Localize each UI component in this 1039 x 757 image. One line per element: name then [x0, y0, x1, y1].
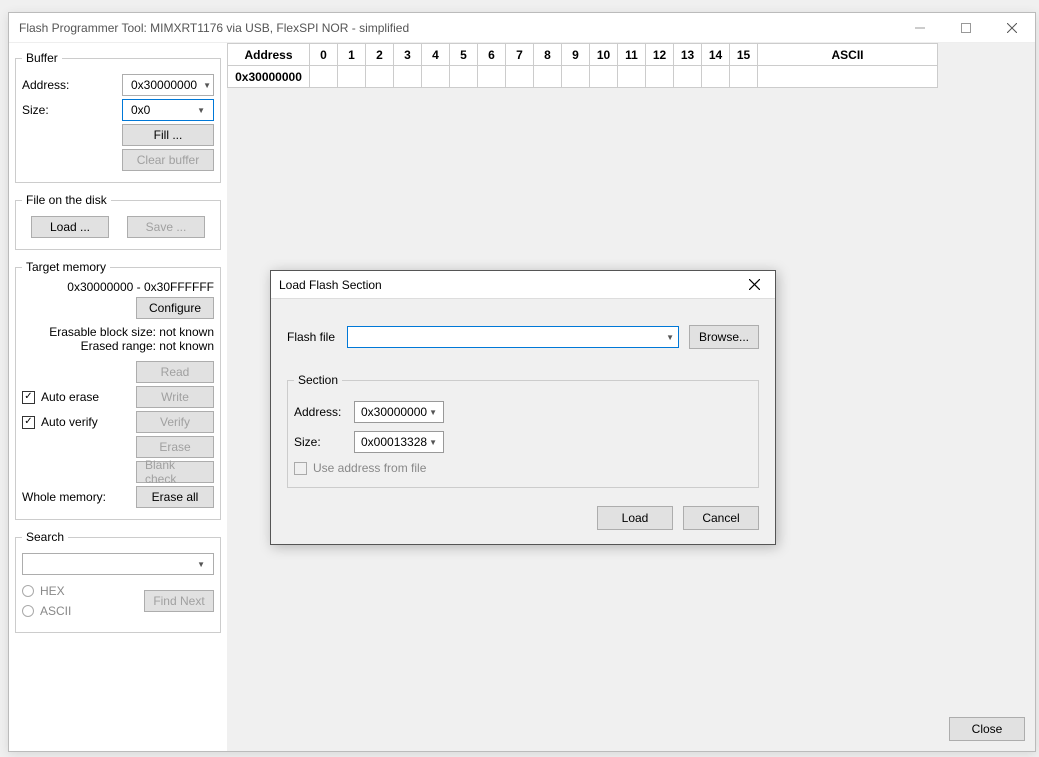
flash-file-combo[interactable]: ▼ [347, 326, 679, 348]
dialog-titlebar: Load Flash Section [271, 271, 775, 299]
close-button[interactable]: Close [949, 717, 1025, 741]
buffer-size-label: Size: [22, 103, 92, 117]
file-group: File on the disk Load ... Save ... [15, 193, 221, 250]
section-size-label: Size: [294, 435, 354, 449]
file-legend: File on the disk [22, 193, 111, 207]
browse-button[interactable]: Browse... [689, 325, 759, 349]
erase-button[interactable]: Erase [136, 436, 214, 458]
dialog-title: Load Flash Section [279, 278, 741, 292]
flash-file-label: Flash file [287, 330, 347, 344]
read-button[interactable]: Read [136, 361, 214, 383]
erased-range-line: Erased range: not known [22, 339, 214, 353]
chevron-down-icon: ▼ [203, 81, 211, 90]
dialog-load-button[interactable]: Load [597, 506, 673, 530]
hex-table: Address 0 1 2 3 4 5 6 7 8 9 10 11 12 13 … [227, 43, 938, 88]
load-button[interactable]: Load ... [31, 216, 109, 238]
close-bar: Close [949, 717, 1025, 741]
sidebar: Buffer Address: 0x30000000 ▼ Size: 0x0 ▼ [9, 43, 227, 751]
close-window-button[interactable] [989, 13, 1035, 43]
configure-button[interactable]: Configure [136, 297, 214, 319]
minimize-button[interactable] [897, 13, 943, 43]
erasable-block-line: Erasable block size: not known [22, 325, 214, 339]
hex-header-address: Address [228, 44, 310, 66]
target-legend: Target memory [22, 260, 110, 274]
section-size-combo[interactable]: 0x00013328 ▼ [354, 431, 444, 453]
save-button[interactable]: Save ... [127, 216, 205, 238]
hex-header-ascii: ASCII [758, 44, 938, 66]
use-address-checkbox[interactable]: Use address from file [294, 461, 752, 475]
load-flash-section-dialog: Load Flash Section Flash file ▼ Browse..… [270, 270, 776, 545]
auto-erase-checkbox[interactable]: ✓ Auto erase [22, 390, 99, 404]
clear-buffer-button[interactable]: Clear buffer [122, 149, 214, 171]
check-icon: ✓ [22, 391, 35, 404]
chevron-down-icon: ▼ [429, 438, 437, 447]
verify-button[interactable]: Verify [136, 411, 214, 433]
buffer-address-label: Address: [22, 78, 92, 92]
whole-memory-label: Whole memory: [22, 490, 106, 504]
target-memory-group: Target memory 0x30000000 - 0x30FFFFFF Co… [15, 260, 221, 520]
table-row: 0x30000000 [228, 66, 938, 88]
search-group: Search ▼ HEX ASCII [15, 530, 221, 633]
checkbox-icon [294, 462, 307, 475]
buffer-address-combo[interactable]: 0x30000000 ▼ [122, 74, 214, 96]
fill-button[interactable]: Fill ... [122, 124, 214, 146]
window-title: Flash Programmer Tool: MIMXRT1176 via US… [19, 21, 897, 35]
hex-radio[interactable]: HEX [22, 584, 144, 598]
maximize-button[interactable] [943, 13, 989, 43]
dialog-cancel-button[interactable]: Cancel [683, 506, 759, 530]
target-range: 0x30000000 - 0x30FFFFFF [22, 280, 214, 294]
buffer-group: Buffer Address: 0x30000000 ▼ Size: 0x0 ▼ [15, 51, 221, 183]
chevron-down-icon: ▼ [197, 560, 205, 569]
erase-all-button[interactable]: Erase all [136, 486, 214, 508]
radio-icon [22, 605, 34, 617]
section-group: Section Address: 0x30000000 ▼ Size: 0x00… [287, 373, 759, 488]
search-combo[interactable]: ▼ [22, 553, 214, 575]
write-button[interactable]: Write [136, 386, 214, 408]
hex-row-address: 0x30000000 [228, 66, 310, 88]
dialog-close-button[interactable] [741, 272, 767, 298]
section-legend: Section [294, 373, 342, 387]
buffer-size-combo[interactable]: 0x0 ▼ [122, 99, 214, 121]
titlebar: Flash Programmer Tool: MIMXRT1176 via US… [9, 13, 1035, 43]
chevron-down-icon: ▼ [666, 333, 674, 342]
section-address-combo[interactable]: 0x30000000 ▼ [354, 401, 444, 423]
ascii-radio[interactable]: ASCII [22, 604, 144, 618]
radio-icon [22, 585, 34, 597]
section-address-label: Address: [294, 405, 354, 419]
blank-check-button[interactable]: Blank check [136, 461, 214, 483]
auto-verify-checkbox[interactable]: ✓ Auto verify [22, 415, 98, 429]
check-icon: ✓ [22, 416, 35, 429]
buffer-legend: Buffer [22, 51, 62, 65]
find-next-button[interactable]: Find Next [144, 590, 214, 612]
chevron-down-icon: ▼ [429, 408, 437, 417]
search-legend: Search [22, 530, 68, 544]
chevron-down-icon: ▼ [197, 106, 205, 115]
